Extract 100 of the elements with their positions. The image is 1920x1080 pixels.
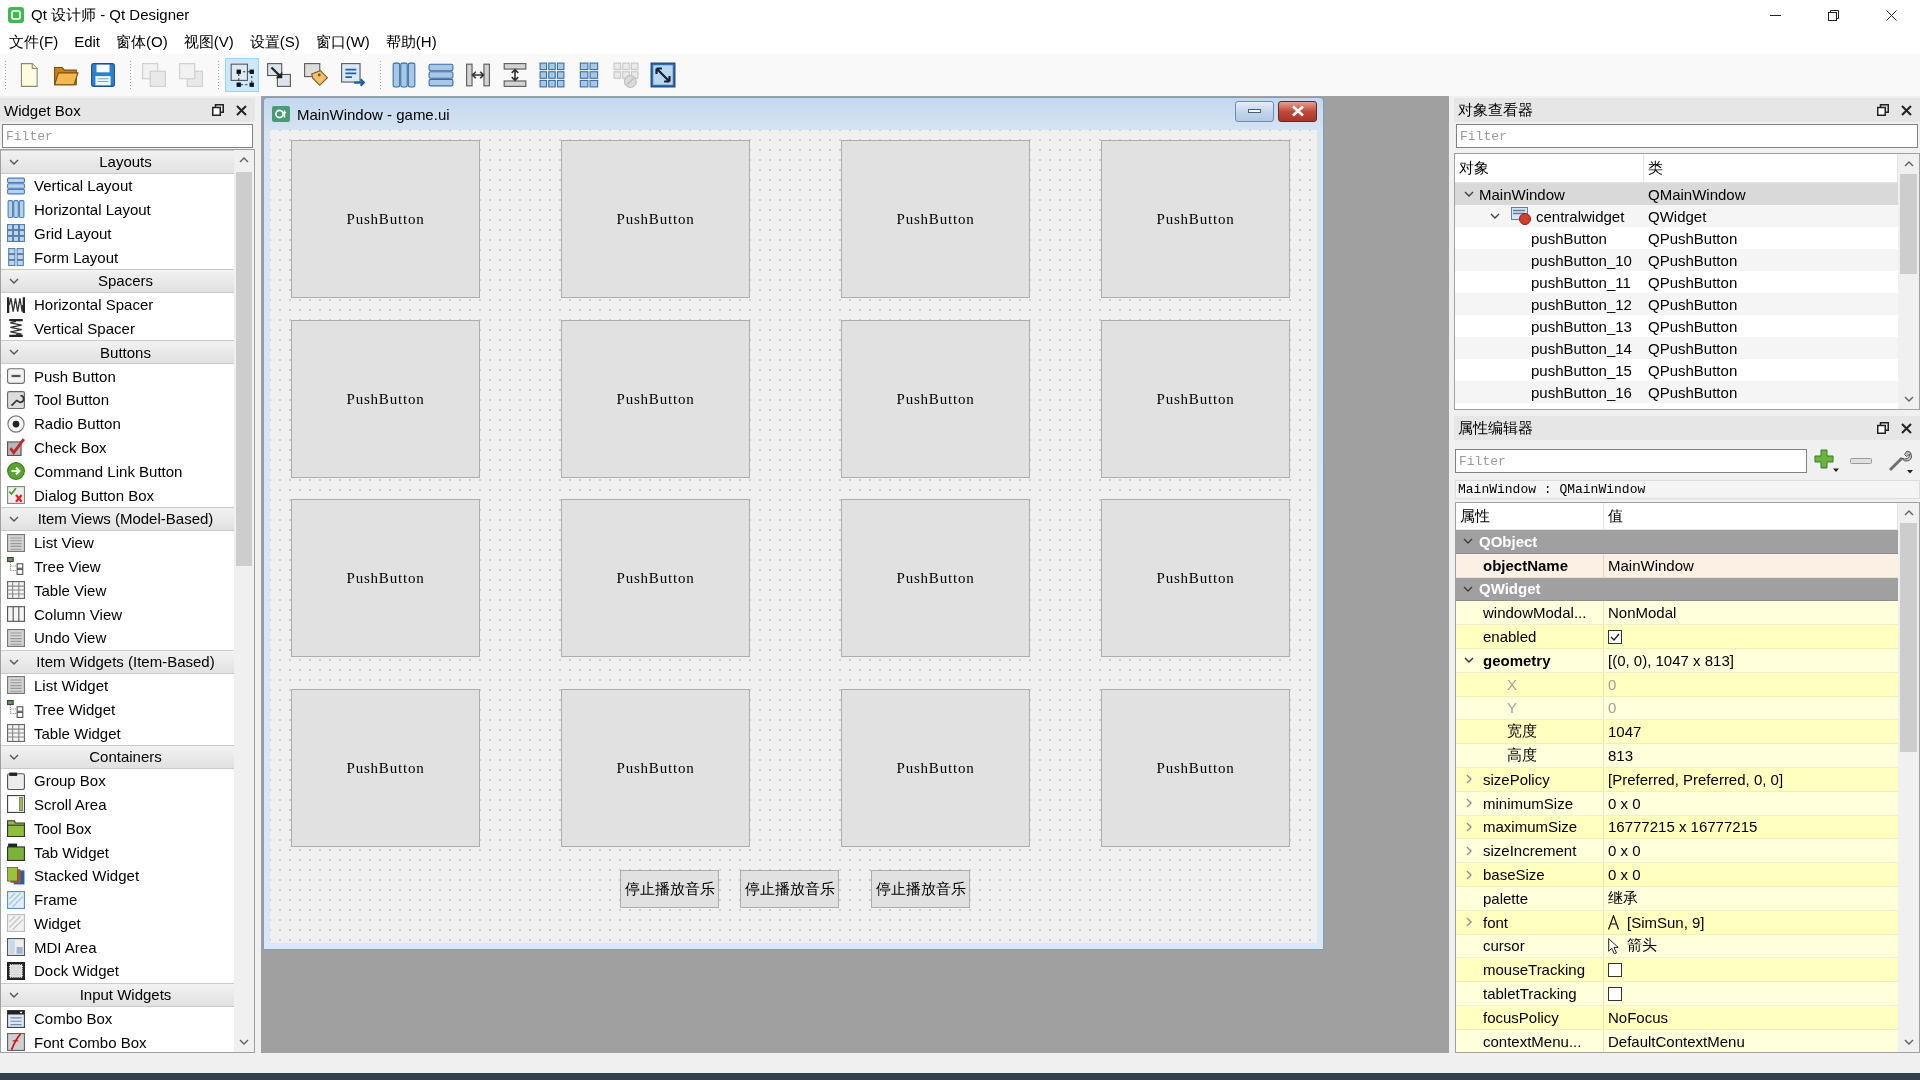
property-row[interactable]: windowModal... NonModal [1456, 601, 1898, 626]
scrollbar[interactable] [1898, 154, 1919, 409]
plus-icon[interactable] [1814, 449, 1840, 473]
push-button[interactable]: PushButton [1101, 140, 1290, 298]
wrench-icon[interactable] [1887, 448, 1914, 474]
chevron-down-icon[interactable] [9, 349, 19, 356]
float-window-icon[interactable] [1877, 104, 1889, 116]
push-button[interactable]: PushButton [291, 499, 480, 657]
chevron-right-icon[interactable] [1466, 845, 1472, 856]
toolbar-button[interactable] [225, 58, 259, 92]
chevron-down-icon[interactable] [9, 658, 19, 665]
property-row[interactable]: cursor 箭头 [1456, 934, 1898, 959]
property-row[interactable]: geometry [(0, 0), 1047 x 813] [1456, 649, 1898, 673]
property-row[interactable]: maximumSize 16777215 x 16777215 [1456, 815, 1898, 840]
chevron-up-icon[interactable] [1903, 161, 1914, 167]
close-icon[interactable] [236, 104, 247, 116]
push-button[interactable]: PushButton [561, 689, 750, 847]
chevron-down-icon[interactable] [9, 158, 19, 165]
scrollbar-thumb[interactable] [1900, 174, 1917, 274]
push-button[interactable]: PushButton [291, 689, 480, 847]
close-icon[interactable] [1901, 104, 1912, 116]
property-row[interactable]: 宽度 1047 [1456, 720, 1898, 745]
section-header[interactable]: Input Widgets [1, 982, 234, 1007]
menu-item[interactable]: 窗体(O) [108, 30, 176, 54]
menu-item[interactable]: 视图(V) [175, 30, 242, 54]
property-row[interactable]: tabletTracking [1456, 982, 1898, 1006]
tree-row[interactable]: pushButton_10 QPushButton [1455, 249, 1898, 271]
chevron-down-icon[interactable] [1464, 657, 1474, 664]
property-row[interactable]: objectName MainWindow [1456, 553, 1898, 578]
chevron-down-icon[interactable] [9, 991, 19, 998]
property-row[interactable]: mouseTracking [1456, 958, 1898, 983]
push-button[interactable]: PushButton [841, 320, 1030, 478]
chevron-up-icon[interactable] [1903, 510, 1914, 516]
property-row[interactable]: 高度 813 [1456, 744, 1898, 768]
menu-item[interactable]: 帮助(H) [377, 30, 445, 54]
filter-field[interactable]: Filter [2, 124, 253, 148]
tree-row[interactable]: pushButton_14 QPushButton [1455, 337, 1898, 359]
close-button[interactable] [1278, 100, 1317, 122]
float-window-icon[interactable] [1877, 422, 1889, 434]
filter-field[interactable]: Filter [1456, 124, 1918, 148]
chevron-right-icon[interactable] [1466, 798, 1472, 809]
push-button[interactable]: PushButton [841, 499, 1030, 657]
property-row[interactable]: baseSize 0 x 0 [1456, 863, 1898, 887]
chevron-right-icon[interactable] [1466, 869, 1472, 880]
chevron-down-icon[interactable] [239, 1039, 249, 1045]
tree-row[interactable]: pushButton_16 QPushButton [1455, 381, 1898, 403]
property-row[interactable]: contextMenu... DefaultContextMenu [1456, 1029, 1898, 1052]
chevron-down-icon[interactable] [9, 753, 19, 760]
section-header[interactable]: Item Views (Model-Based) [1, 506, 234, 531]
chevron-right-icon[interactable] [1466, 774, 1472, 785]
menu-item[interactable]: Edit [66, 30, 108, 54]
chevron-down-icon[interactable] [1903, 396, 1914, 402]
push-button[interactable]: PushButton [841, 140, 1030, 298]
section-header[interactable]: Spacers [1, 269, 234, 293]
property-row[interactable]: palette 继承 [1456, 886, 1898, 911]
chevron-down-icon[interactable] [9, 277, 19, 284]
section-header[interactable]: Item Widgets (Item-Based) [1, 649, 234, 674]
tree-row[interactable]: MainWindow QMainWindow [1455, 183, 1898, 205]
filter-field[interactable]: Filter [1455, 449, 1807, 473]
chevron-down-icon[interactable] [1464, 191, 1474, 197]
push-button[interactable]: PushButton [1101, 689, 1290, 847]
section-header[interactable]: Layouts [1, 150, 234, 174]
push-button[interactable]: 停止播放音乐 [620, 870, 719, 908]
push-button[interactable]: PushButton [841, 689, 1030, 847]
property-row[interactable]: sizeIncrement 0 x 0 [1456, 839, 1898, 864]
checkbox[interactable] [1608, 986, 1622, 1001]
property-row[interactable]: minimumSize 0 x 0 [1456, 791, 1898, 816]
push-button[interactable]: PushButton [1101, 320, 1290, 478]
chevron-right-icon[interactable] [1466, 821, 1472, 832]
float-window-icon[interactable] [212, 104, 224, 116]
property-row[interactable]: font [SimSun, 9] [1456, 910, 1898, 935]
chevron-right-icon[interactable] [1466, 917, 1472, 928]
property-row[interactable]: focusPolicy NoFocus [1456, 1005, 1898, 1030]
property-row[interactable]: sizePolicy [Preferred, Preferred, 0, 0] [1456, 767, 1898, 792]
menu-item[interactable]: 窗口(W) [307, 30, 378, 54]
checkbox[interactable] [1608, 962, 1622, 977]
menu-item[interactable]: 文件(F) [1, 30, 67, 54]
section-header[interactable]: Buttons [1, 340, 234, 365]
scrollbar-thumb[interactable] [1900, 523, 1917, 752]
scrollbar-thumb[interactable] [236, 172, 252, 566]
section-header[interactable]: Containers [1, 744, 234, 769]
push-button[interactable]: PushButton [561, 499, 750, 657]
push-button[interactable]: PushButton [1101, 499, 1290, 657]
close-icon[interactable] [1901, 422, 1912, 434]
scrollbar[interactable] [234, 150, 254, 1052]
scrollbar[interactable] [1898, 503, 1919, 1052]
minimize-button[interactable] [1235, 100, 1274, 122]
chevron-up-icon[interactable] [239, 157, 249, 163]
push-button[interactable]: 停止播放音乐 [740, 870, 839, 908]
tree-row[interactable]: pushButton_12 QPushButton [1455, 293, 1898, 315]
push-button[interactable]: PushButton [291, 320, 480, 478]
chevron-down-icon[interactable] [1903, 1039, 1914, 1045]
chevron-down-icon[interactable] [9, 515, 19, 522]
chevron-down-icon[interactable] [1490, 213, 1500, 219]
menu-item[interactable]: 设置(S) [241, 30, 308, 54]
push-button[interactable]: PushButton [561, 320, 750, 478]
push-button[interactable]: 停止播放音乐 [871, 870, 970, 908]
tree-row[interactable]: centralwidget QWidget [1455, 205, 1898, 227]
checkbox[interactable] [1608, 629, 1622, 644]
push-button[interactable]: PushButton [291, 140, 480, 298]
